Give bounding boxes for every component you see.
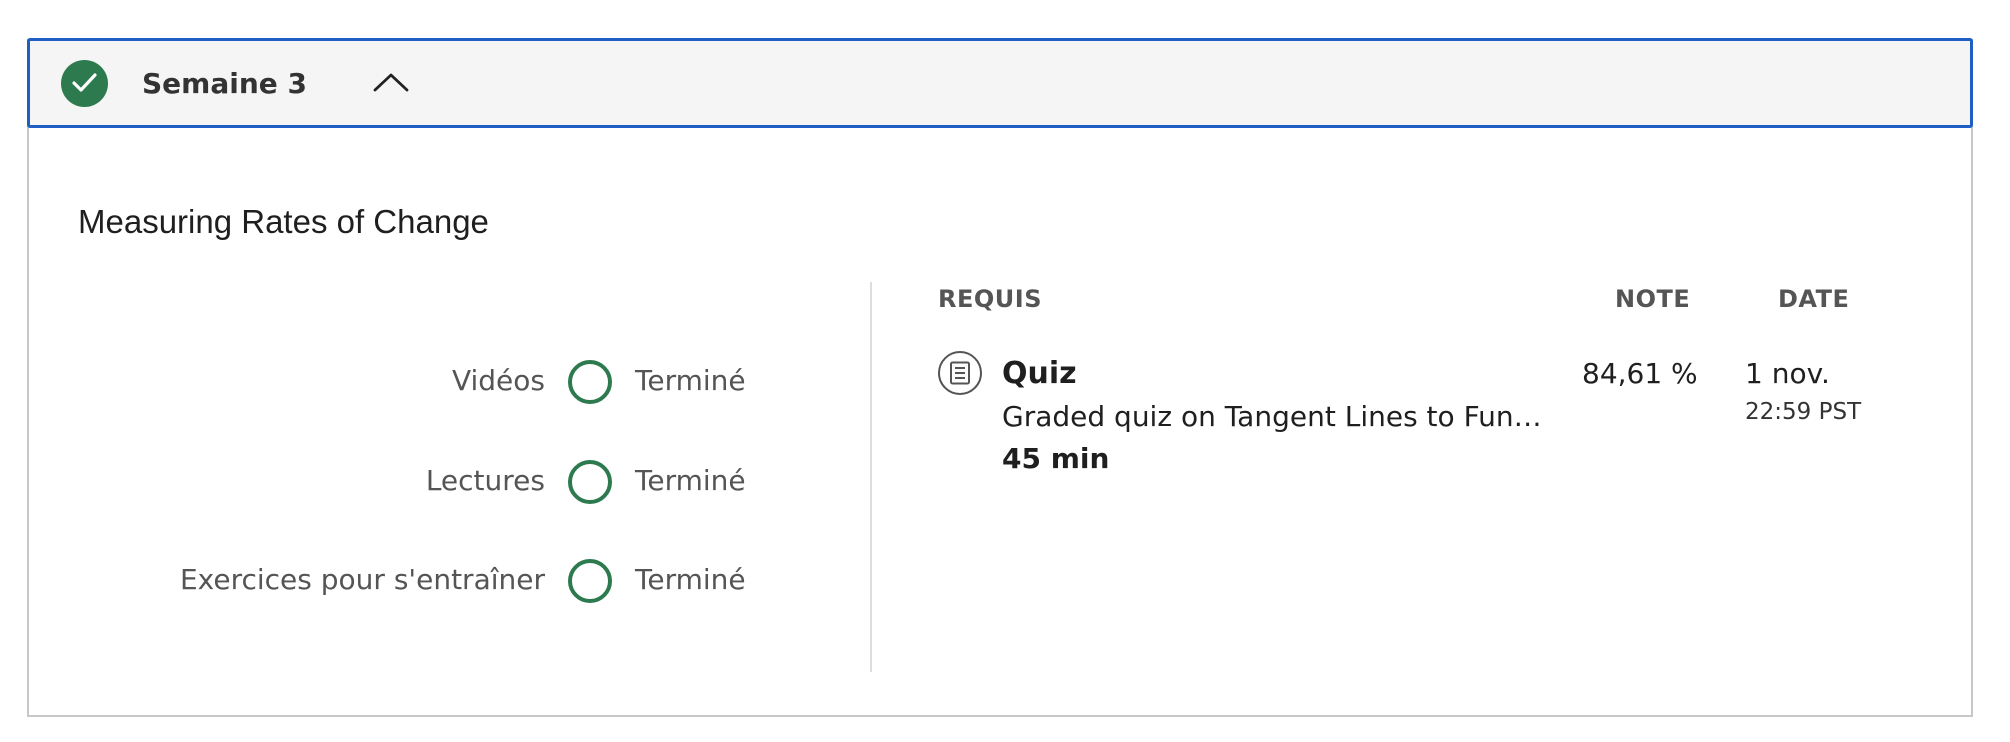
header-date: DATE (1778, 285, 1850, 313)
item-grade: 84,61 % (1582, 357, 1698, 390)
progress-row-practice: Exercices pour s'entraîner Terminé (150, 556, 750, 604)
progress-label: Vidéos (451, 364, 545, 397)
week-header-toggle[interactable] (27, 38, 1973, 128)
progress-circle-icon (568, 360, 612, 404)
item-title-link[interactable]: Graded quiz on Tangent Lines to Functi..… (1002, 398, 1542, 436)
progress-label: Exercices pour s'entraîner (179, 563, 545, 596)
progress-row-videos: Vidéos Terminé (150, 357, 750, 405)
module-title: Measuring Rates of Change (78, 203, 489, 240)
header-required: REQUIS (938, 285, 1042, 313)
header-grade: NOTE (1615, 285, 1691, 313)
column-divider (870, 282, 872, 672)
item-type: Quiz (1002, 356, 1077, 391)
progress-circle-icon (568, 460, 612, 504)
progress-status: Terminé (635, 464, 746, 497)
progress-circle-icon (568, 559, 612, 603)
chevron-up-icon[interactable] (372, 70, 410, 94)
check-circle-icon (61, 60, 108, 107)
progress-row-readings: Lectures Terminé (150, 457, 750, 505)
quiz-icon (938, 351, 982, 395)
progress-status: Terminé (635, 563, 746, 596)
progress-status: Terminé (635, 364, 746, 397)
progress-label: Lectures (425, 464, 545, 497)
item-duration: 45 min (1002, 442, 1110, 475)
item-time: 22:59 PST (1745, 399, 1862, 425)
item-date: 1 nov. (1745, 357, 1830, 390)
week-title: Semaine 3 (142, 67, 307, 100)
